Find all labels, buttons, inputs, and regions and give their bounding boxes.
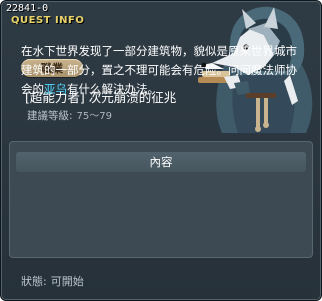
quest-info-window: 22841-0 QUEST INFO 職業 [超能力者] 次元崩溃的征兆 建議等… [0, 0, 322, 301]
content-panel: 內容 [9, 141, 313, 258]
level-label: 建議等級: [27, 110, 73, 122]
content-header: 內容 [16, 152, 306, 172]
quest-id: 22841-0 [6, 3, 49, 14]
quest-status: 狀態: 可開始 [21, 273, 84, 289]
recommended-level: 建議等級: 75～79 [27, 107, 112, 123]
description-part-2: 有什么解決办法。 [67, 82, 159, 96]
status-value: 可開始 [50, 275, 84, 288]
quest-description: 在水下世界发现了一部分建筑物，貌似是原来世界城市建筑的一部分，置之不理可能会有危… [21, 42, 307, 99]
window-title: QUEST INFO [11, 15, 85, 26]
status-label: 狀態: [21, 275, 47, 288]
npc-name-highlight[interactable]: 亚乌 [44, 82, 67, 96]
level-value: 75～79 [76, 111, 112, 122]
